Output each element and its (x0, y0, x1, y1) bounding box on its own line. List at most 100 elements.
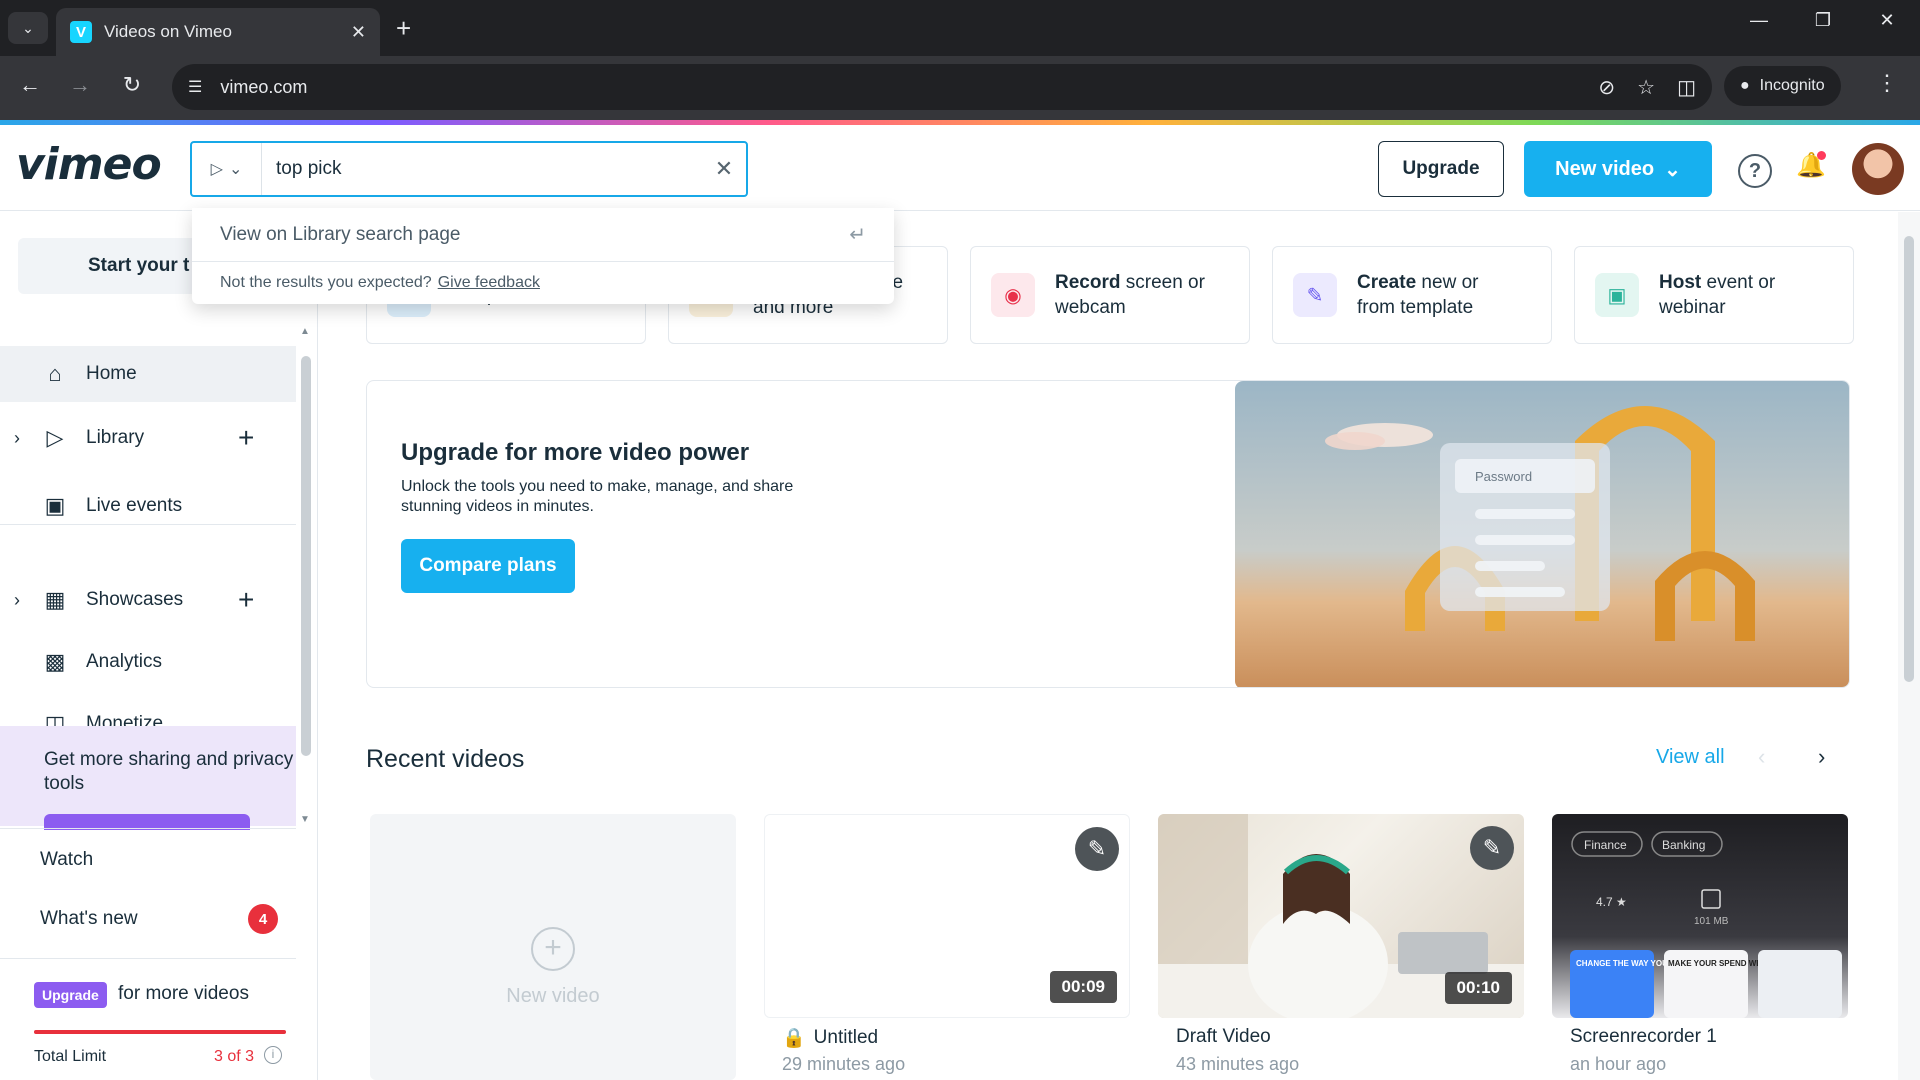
browser-tabstrip: ⌄ V Videos on Vimeo ✕ + — ❐ ✕ (0, 0, 1920, 56)
main-scroll-thumb[interactable] (1904, 236, 1914, 682)
sidebar-item-library[interactable]: › ▷ Library + (0, 410, 296, 466)
sidebar-item-label: Showcases (86, 589, 184, 610)
edit-video-icon[interactable]: ✎ (1470, 826, 1514, 870)
banner-title: Upgrade for more video power (401, 439, 750, 466)
forward-arrow-icon[interactable]: → (64, 72, 96, 98)
add-showcase-plus-icon[interactable]: + (238, 584, 254, 616)
browser-toolbar: ← → ↻ ☰ vimeo.com ⊘ ☆ ◫ ● Incognito ⋮ (0, 56, 1920, 120)
video-card[interactable]: Finance Banking 4.7 ★ 101 MB CHANGE THE … (1552, 814, 1848, 1080)
browser-menu-icon[interactable]: ⋮ (1876, 70, 1898, 96)
sidebar-item-analytics[interactable]: ▩ Analytics (0, 634, 296, 690)
qa-bold: Host (1659, 272, 1702, 293)
qa-bold: Record (1055, 272, 1121, 293)
scroll-down-icon[interactable]: ▼ (300, 814, 310, 825)
video-title[interactable]: Untitled (814, 1027, 878, 1049)
close-tab-icon[interactable]: ✕ (351, 22, 366, 43)
video-card[interactable]: ✎ 00:10 Draft Video 43 minutes ago (1158, 814, 1524, 1080)
qa-rest: screen or (1120, 272, 1205, 293)
chevron-right-icon[interactable]: › (14, 428, 20, 449)
carousel-prev-icon[interactable]: ‹ (1758, 744, 1765, 770)
quick-action-record[interactable]: ◉ Record screen or webcam (970, 246, 1250, 344)
browser-tab[interactable]: V Videos on Vimeo ✕ (56, 8, 380, 56)
password-field-label: Password (1475, 469, 1532, 484)
restore-icon[interactable]: ❐ (1798, 10, 1848, 31)
close-window-icon[interactable]: ✕ (1862, 10, 1912, 31)
notification-dot (1817, 151, 1826, 160)
video-title[interactable]: Screenrecorder 1 (1570, 1026, 1717, 1048)
video-library-icon: ▷ (210, 161, 223, 178)
app-screenshot-image: Finance Banking 4.7 ★ 101 MB CHANGE THE … (1570, 831, 1842, 1018)
screen-rating: 4.7 ★ (1596, 895, 1627, 909)
total-limit-fill (34, 1030, 286, 1034)
watch-link[interactable]: Watch (40, 849, 93, 871)
edit-video-icon[interactable]: ✎ (1075, 827, 1119, 871)
chevron-down-icon: ⌄ (228, 161, 243, 178)
showcases-icon: ▦ (44, 587, 66, 612)
video-thumbnail[interactable]: ✎ 00:10 (1158, 814, 1524, 1018)
reload-icon[interactable]: ↻ (116, 72, 148, 98)
eye-off-icon[interactable]: ⊘ (1598, 75, 1615, 100)
star-bookmark-icon[interactable]: ☆ (1637, 75, 1655, 100)
new-video-button[interactable]: New video ⌄ (1524, 141, 1712, 197)
sidebar-item-label: Analytics (86, 651, 163, 672)
sidebar-item-live-events[interactable]: ▣ Live events (0, 478, 296, 534)
tab-list-chevron-icon[interactable]: ⌄ (8, 12, 48, 44)
home-icon: ⌂ (48, 361, 62, 386)
address-bar[interactable]: ☰ vimeo.com ⊘ ☆ ◫ (172, 64, 1712, 110)
arches-illustration: Password (1325, 406, 1755, 641)
lock-icon: 🔒 (782, 1028, 806, 1049)
search-input[interactable] (262, 143, 702, 195)
sidebar-divider (0, 958, 296, 959)
site-info-icon[interactable]: ☰ (188, 77, 202, 97)
sidebar-item-label: Library (86, 427, 145, 448)
new-tab-plus-icon[interactable]: + (396, 12, 411, 44)
search-type-selector[interactable]: ▷ ⌄ (192, 143, 262, 195)
new-video-tile[interactable]: + New video (370, 814, 736, 1080)
video-thumbnail[interactable]: Finance Banking 4.7 ★ 101 MB CHANGE THE … (1552, 814, 1848, 1018)
back-arrow-icon[interactable]: ← (14, 72, 46, 98)
quick-action-create[interactable]: ✎ Create new or from template (1272, 246, 1552, 344)
new-video-card[interactable]: + New video (370, 814, 736, 1080)
compare-plans-button[interactable]: Compare plans (401, 539, 575, 593)
promo-text: Get more sharing and privacy tools (44, 749, 294, 794)
add-folder-plus-icon[interactable]: + (238, 422, 254, 454)
minimize-icon[interactable]: — (1734, 10, 1784, 31)
sidebar-scrollbar[interactable]: ▲ ▼ (298, 326, 314, 826)
avatar[interactable] (1852, 143, 1904, 195)
sidebar-item-showcases[interactable]: › ▦ Showcases + (0, 572, 296, 628)
view-all-link[interactable]: View all (1656, 746, 1725, 769)
whats-new-link[interactable]: What's new (40, 908, 138, 930)
qa-line2: from template (1357, 297, 1474, 318)
new-video-label: New video (1555, 157, 1655, 180)
incognito-icon: ● (1740, 77, 1750, 94)
help-icon[interactable]: ? (1738, 154, 1772, 188)
video-thumbnail[interactable]: ✎ 00:09 (764, 814, 1130, 1018)
upgrade-button[interactable]: Upgrade (1378, 141, 1504, 197)
library-icon: ▷ (46, 425, 64, 450)
vimeo-logo[interactable]: vimeo (16, 139, 162, 190)
scroll-up-icon[interactable]: ▲ (300, 326, 310, 337)
whats-new-count-badge: 4 (248, 904, 278, 934)
carousel-next-icon[interactable]: › (1818, 744, 1825, 770)
sidebar-scroll-thumb[interactable] (301, 356, 311, 756)
give-feedback-link[interactable]: Give feedback (438, 274, 540, 292)
sidebar-item-home[interactable]: ⌂ Home (0, 346, 296, 402)
chevron-right-icon[interactable]: › (14, 590, 20, 611)
notification-bell-icon[interactable]: 🔔 (1794, 151, 1828, 185)
tag-banking: Banking (1662, 838, 1705, 852)
plus-circle-icon: + (531, 926, 575, 971)
upgrade-pill-button[interactable]: Upgrade (34, 982, 107, 1008)
quick-action-host[interactable]: ▣ Host event or webinar (1574, 246, 1854, 344)
video-card[interactable]: ✎ 00:09 🔒 Untitled 29 minutes ago (764, 814, 1130, 1080)
incognito-chip[interactable]: ● Incognito (1724, 66, 1841, 106)
main-scrollbar[interactable] (1898, 212, 1920, 1080)
total-limit-count: 3 of 3 (214, 1048, 255, 1065)
video-duration: 00:09 (1049, 971, 1117, 1003)
info-icon[interactable]: i (264, 1046, 282, 1064)
url-text[interactable]: vimeo.com (220, 77, 1576, 98)
view-library-search-option[interactable]: View on Library search page ↵ (192, 208, 894, 262)
video-title[interactable]: Draft Video (1176, 1026, 1271, 1048)
side-panel-icon[interactable]: ◫ (1677, 75, 1696, 100)
video-duration: 00:10 (1444, 972, 1512, 1004)
clear-search-icon[interactable]: ✕ (702, 156, 746, 182)
